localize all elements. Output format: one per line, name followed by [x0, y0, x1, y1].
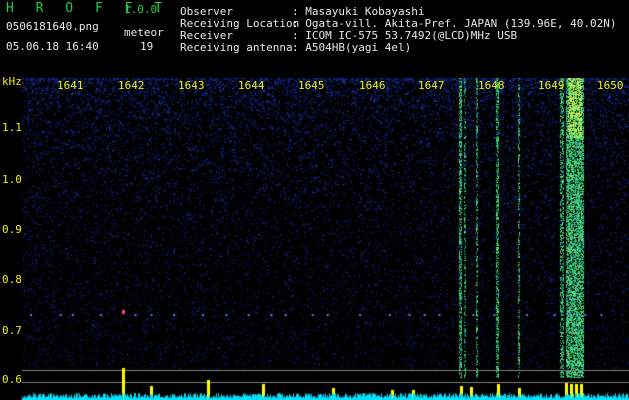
- freq-tick-0-9: 0.9: [2, 223, 22, 236]
- antenna-value: : A504HB(yagi 4el): [292, 41, 412, 54]
- time-tick-1643: 1643: [178, 79, 205, 92]
- time-tick-1642: 1642: [118, 79, 145, 92]
- antenna-label: Receiving antenna: [180, 41, 293, 54]
- meteor-count: 19: [140, 40, 154, 53]
- app-version: 1.0.0: [124, 3, 158, 16]
- y-unit-label: kHz: [2, 75, 22, 88]
- freq-tick-0-7: 0.7: [2, 324, 22, 337]
- freq-tick-0-8: 0.8: [2, 273, 22, 286]
- filename: 0506181640.png: [6, 20, 99, 33]
- time-tick-1646: 1646: [359, 79, 386, 92]
- datetime: 05.06.18 16:40: [6, 40, 99, 53]
- freq-tick-1-0: 1.0: [2, 173, 22, 186]
- spectrogram-canvas: [0, 78, 629, 400]
- time-tick-1650: 1650: [597, 79, 624, 92]
- time-tick-1644: 1644: [238, 79, 265, 92]
- time-tick-1645: 1645: [298, 79, 325, 92]
- header-panel: H R O F F T 1.0.0 0506181640.png 05.06.1…: [0, 0, 629, 78]
- time-tick-1649: 1649: [538, 79, 565, 92]
- meteor-label: meteor: [124, 26, 164, 39]
- freq-tick-1-1: 1.1: [2, 121, 22, 134]
- time-tick-1647: 1647: [418, 79, 445, 92]
- freq-tick-0-6: 0.6: [2, 373, 22, 386]
- time-tick-1648: 1648: [478, 79, 505, 92]
- time-tick-1641: 1641: [57, 79, 84, 92]
